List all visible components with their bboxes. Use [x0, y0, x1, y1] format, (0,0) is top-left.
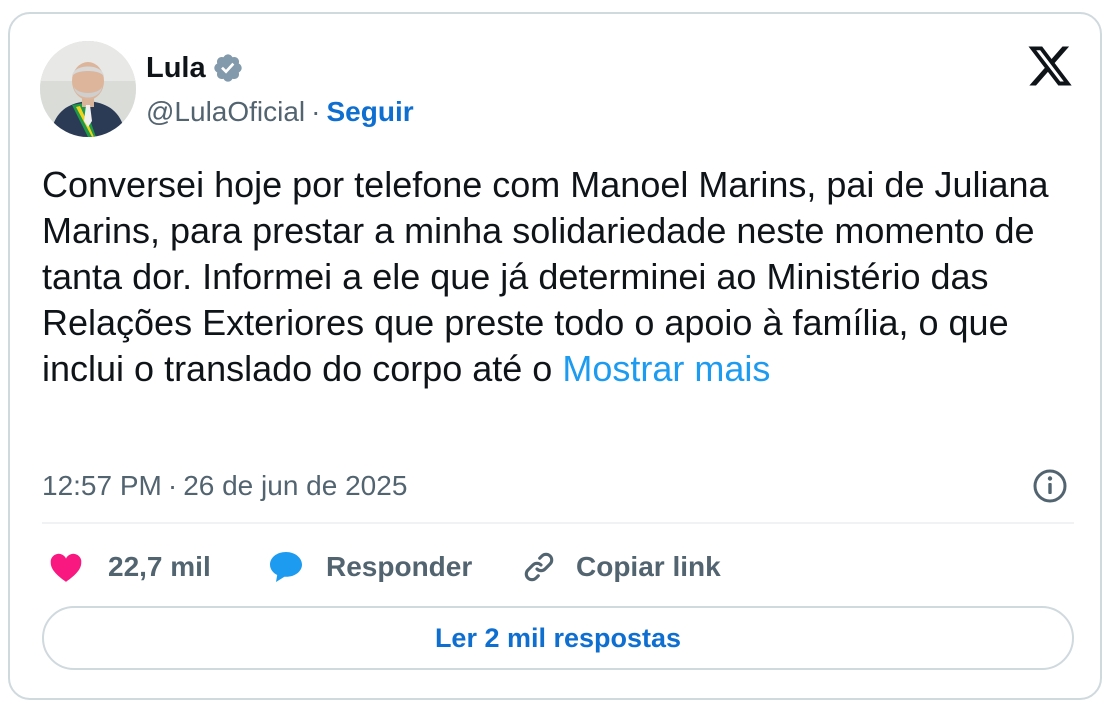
tweet-date: 26 de jun de 2025: [183, 470, 408, 501]
divider: [42, 522, 1074, 524]
author-display-name[interactable]: Lula: [146, 52, 206, 85]
like-count: 22,7 mil: [108, 551, 211, 582]
speech-bubble-icon: [268, 550, 304, 584]
like-button[interactable]: 22,7 mil: [48, 546, 211, 588]
info-icon[interactable]: [1032, 468, 1068, 504]
link-icon: [522, 550, 556, 584]
handle-separator: ·: [311, 96, 321, 127]
read-replies-button[interactable]: Ler 2 mil respostas: [42, 606, 1074, 670]
tweet-text: Conversei hoje por telefone com Manoel M…: [42, 162, 1052, 392]
reply-label: Responder: [326, 551, 473, 582]
copy-link-label: Copiar link: [576, 551, 721, 582]
verified-badge-icon: [212, 52, 244, 84]
tweet-embed-card: Lula @LulaOficial · Seguir Conversei hoj…: [8, 12, 1102, 700]
x-logo-icon[interactable]: [1026, 42, 1074, 90]
read-replies-label: Ler 2 mil respostas: [434, 622, 682, 653]
tweet-timestamp[interactable]: 12:57 PM · 26 de jun de 2025: [42, 466, 407, 506]
reply-button[interactable]: Responder: [268, 546, 472, 588]
tweet-time: 12:57 PM: [42, 470, 162, 501]
copy-link-button[interactable]: Copiar link: [522, 546, 721, 588]
heart-icon: [48, 551, 84, 583]
author-handle[interactable]: @LulaOficial: [146, 96, 305, 128]
avatar[interactable]: [40, 41, 136, 137]
avatar-image: [40, 41, 136, 137]
author-handle-row: @LulaOficial · Seguir: [146, 94, 414, 130]
show-more-link[interactable]: Mostrar mais: [562, 348, 770, 389]
tweet-body: Conversei hoje por telefone com Manoel M…: [42, 164, 1049, 389]
author-name-row: Lula: [146, 48, 244, 88]
timestamp-separator: ·: [167, 470, 178, 501]
follow-button[interactable]: Seguir: [326, 96, 413, 128]
